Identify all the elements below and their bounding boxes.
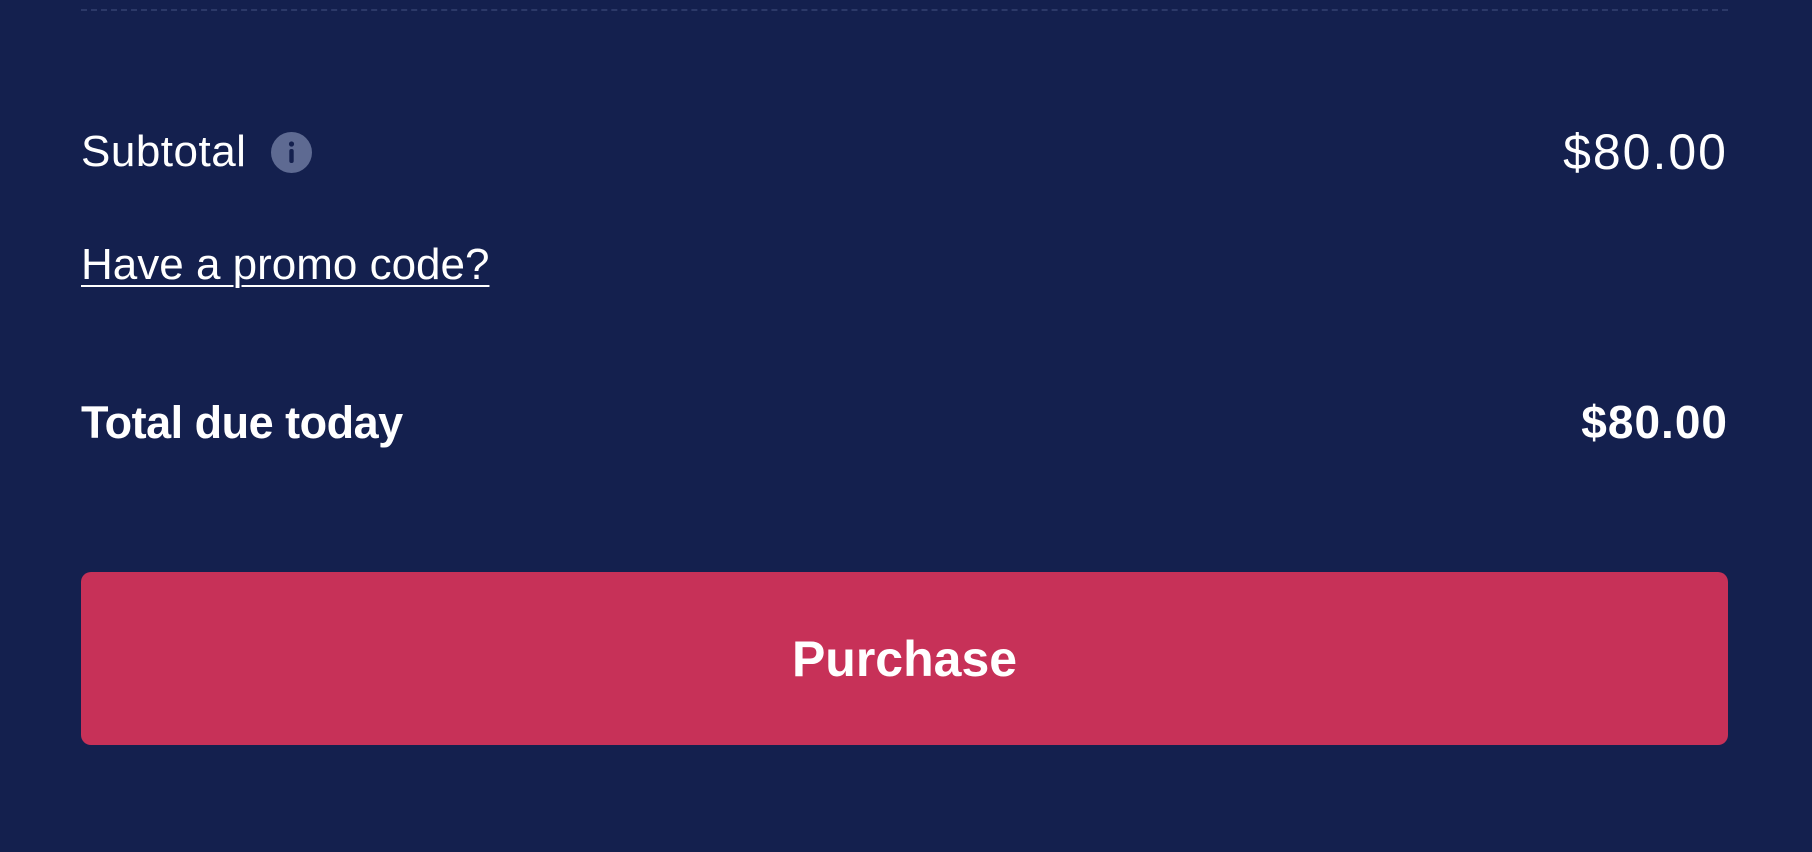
subtotal-label-group: Subtotal xyxy=(81,127,313,176)
promo-code-link[interactable]: Have a promo code? xyxy=(81,243,489,287)
subtotal-row: Subtotal $80.00 xyxy=(81,124,1728,180)
total-row: Total due today $80.00 xyxy=(81,394,1728,450)
checkout-summary: Subtotal $80.00 Have a promo code? Total… xyxy=(0,0,1812,852)
dashed-divider xyxy=(81,9,1728,11)
info-icon[interactable] xyxy=(271,131,313,173)
total-value: $80.00 xyxy=(1581,396,1728,448)
subtotal-value: $80.00 xyxy=(1563,124,1728,180)
subtotal-label: Subtotal xyxy=(81,127,247,176)
purchase-button[interactable]: Purchase xyxy=(81,572,1728,745)
info-glyph xyxy=(289,140,295,163)
total-label: Total due today xyxy=(81,396,403,448)
